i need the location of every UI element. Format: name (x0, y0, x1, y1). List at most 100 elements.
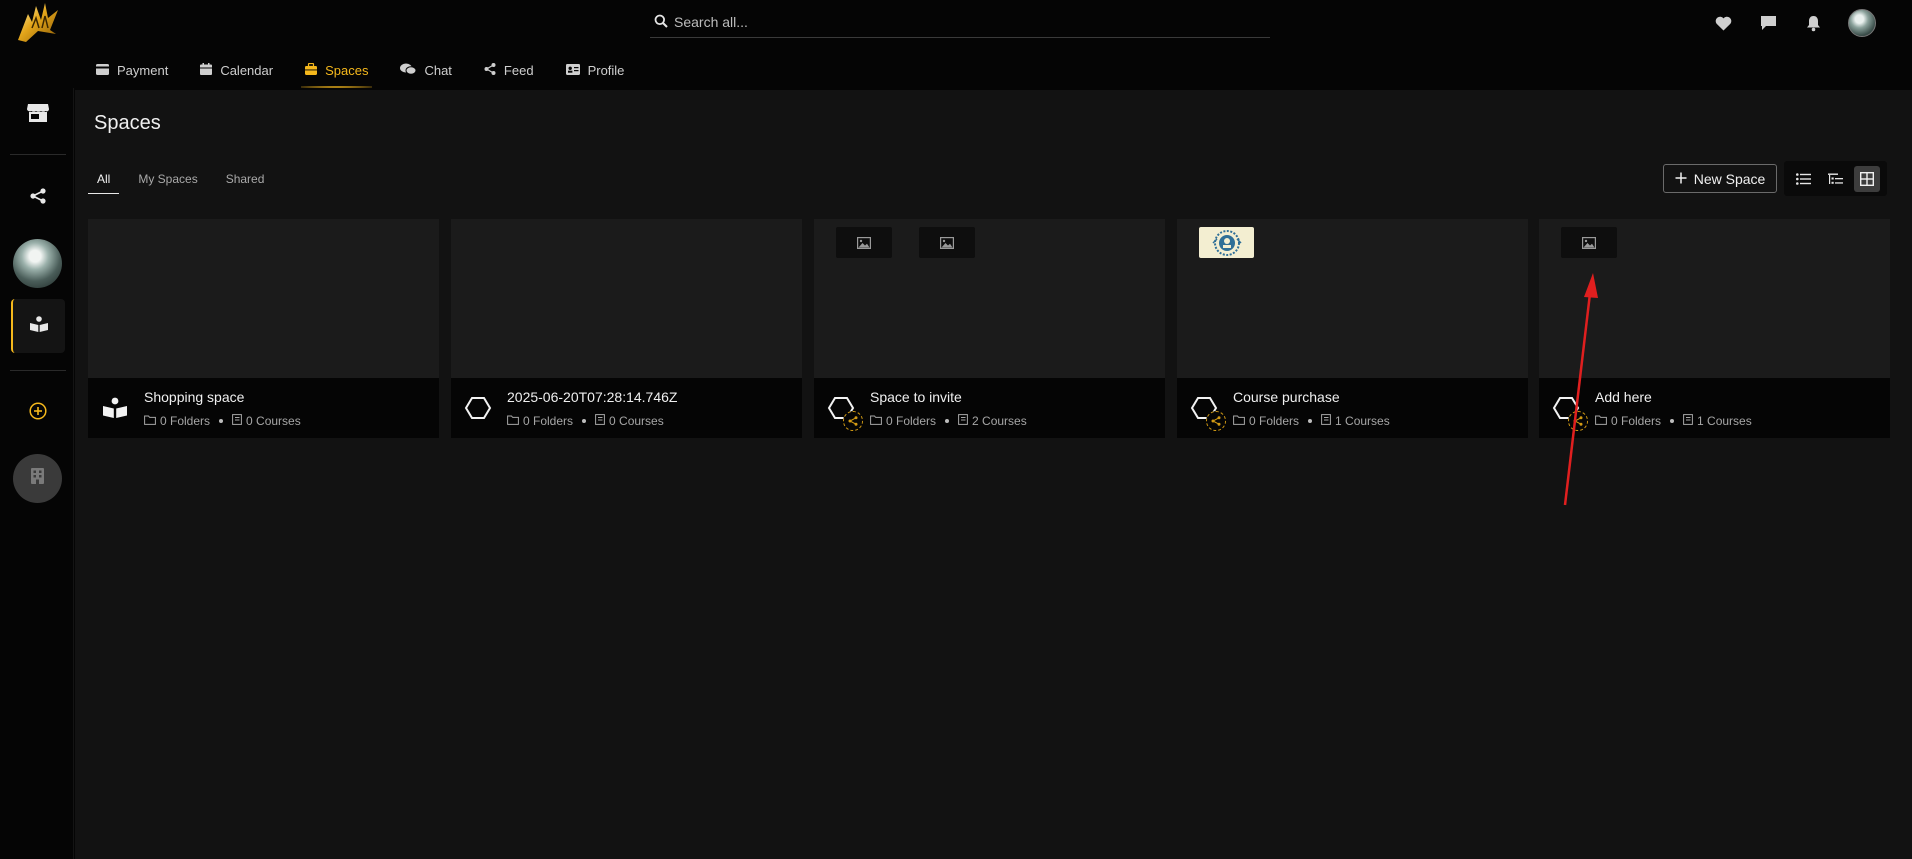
app-logo[interactable] (14, 0, 62, 44)
sidebar-divider (10, 154, 66, 155)
message-icon[interactable] (1758, 13, 1778, 33)
hexagon-icon (464, 394, 492, 422)
reading-person-icon (30, 315, 48, 337)
tab-feed[interactable]: Feed (468, 52, 550, 88)
calendar-icon (200, 62, 213, 78)
tab-chat[interactable]: Chat (384, 52, 467, 88)
meta-separator (1670, 419, 1675, 423)
space-name: Course purchase (1233, 389, 1340, 405)
space-name: Space to invite (870, 389, 962, 405)
course-logo-image (1199, 227, 1254, 258)
sidebar-avatar[interactable] (13, 239, 62, 288)
shared-badge-icon (843, 411, 863, 431)
space-info: Space to invite 0 Folders 2 Courses (814, 378, 1165, 438)
space-meta: 0 Folders 0 Courses (507, 414, 664, 428)
sidebar-item-learning[interactable] (11, 299, 65, 353)
list-view-icon[interactable] (1791, 166, 1817, 192)
subtab-all[interactable]: All (88, 168, 120, 194)
folder-icon (1233, 414, 1245, 428)
course-book-icon (958, 414, 968, 428)
spaces-grid: Shopping space 0 Folders 0 Courses 2025-… (88, 219, 1890, 439)
space-meta: 0 Folders 2 Courses (870, 414, 1027, 428)
new-space-button[interactable]: New Space (1663, 164, 1777, 193)
space-card[interactable]: 2025-06-20T07:28:14.746Z 0 Folders 0 Cou… (451, 219, 802, 438)
reading-person-icon (101, 394, 129, 422)
view-mode-toggle (1784, 161, 1887, 196)
tab-calendar[interactable]: Calendar (184, 52, 289, 88)
share-nodes-icon (484, 62, 496, 78)
search-input[interactable] (674, 9, 1254, 35)
space-card[interactable]: Space to invite 0 Folders 2 Courses (814, 219, 1165, 438)
chat-bubbles-icon (400, 63, 417, 78)
new-space-label: New Space (1693, 170, 1766, 187)
folder-icon (870, 414, 882, 428)
tab-label: Payment (117, 62, 169, 78)
subtab-shared[interactable]: Shared (217, 168, 274, 194)
subtab-my-spaces[interactable]: My Spaces (129, 168, 206, 194)
space-card[interactable]: Course purchase 0 Folders 1 Courses (1177, 219, 1528, 438)
add-circle-icon (29, 401, 47, 425)
course-book-icon (1321, 414, 1331, 428)
folder-count: 0 Folders (1611, 414, 1662, 428)
space-card[interactable]: Shopping space 0 Folders 0 Courses (88, 219, 439, 438)
space-meta: 0 Folders 1 Courses (1595, 414, 1752, 428)
image-placeholder-icon (836, 227, 892, 258)
sidebar-item-store[interactable] (11, 88, 65, 142)
tab-payment[interactable]: Payment (80, 52, 184, 88)
tree-view-icon[interactable] (1822, 166, 1848, 192)
folder-count: 0 Folders (886, 414, 937, 428)
folder-count: 0 Folders (160, 414, 211, 428)
space-info: 2025-06-20T07:28:14.746Z 0 Folders 0 Cou… (451, 378, 802, 438)
grid-view-icon[interactable] (1854, 165, 1881, 192)
space-name: Shopping space (144, 389, 245, 405)
sidebar-item-organization[interactable] (13, 454, 62, 503)
building-icon (31, 468, 44, 489)
store-icon (27, 103, 49, 127)
sidebar-divider (10, 370, 66, 371)
space-info: Add here 0 Folders 1 Courses (1539, 378, 1890, 438)
main-content: Spaces All My Spaces Shared New Space Sh… (75, 90, 1912, 859)
tab-label: Calendar (220, 62, 274, 78)
folder-count: 0 Folders (1249, 414, 1300, 428)
meta-separator (582, 419, 587, 423)
space-meta: 0 Folders 1 Courses (1233, 414, 1390, 428)
space-cover (88, 219, 439, 378)
space-card[interactable]: Add here 0 Folders 1 Courses (1539, 219, 1890, 438)
folder-icon (507, 414, 519, 428)
course-count: 2 Courses (972, 414, 1027, 428)
image-placeholder-icon (919, 227, 975, 258)
tab-profile[interactable]: Profile (550, 52, 641, 88)
course-count: 1 Courses (1335, 414, 1390, 428)
tab-spaces[interactable]: Spaces (289, 52, 384, 88)
course-count: 0 Courses (246, 414, 301, 428)
tab-label: Chat (424, 62, 452, 78)
briefcase-icon (305, 62, 318, 78)
meta-separator (219, 419, 224, 423)
space-meta: 0 Folders 0 Courses (144, 414, 301, 428)
space-filter-tabs: All My Spaces Shared (88, 168, 283, 194)
space-info: Course purchase 0 Folders 1 Courses (1177, 378, 1528, 438)
plus-icon (1675, 171, 1687, 187)
course-count: 1 Courses (1697, 414, 1752, 428)
left-sidebar (0, 88, 74, 859)
heart-icon[interactable] (1713, 13, 1733, 33)
sidebar-item-add[interactable] (11, 386, 65, 440)
sidebar-item-share[interactable] (11, 171, 65, 225)
shared-badge-icon (1206, 411, 1226, 431)
space-cover (451, 219, 802, 378)
space-name: Add here (1595, 389, 1652, 405)
tab-label: Feed (503, 62, 534, 78)
share-nodes-icon (30, 187, 46, 209)
folder-count: 0 Folders (523, 414, 574, 428)
meta-separator (1308, 419, 1313, 423)
id-card-icon (565, 63, 580, 78)
user-avatar[interactable] (1848, 9, 1876, 37)
bell-icon[interactable] (1803, 13, 1823, 33)
folder-icon (1595, 414, 1607, 428)
main-nav: Payment Calendar Spaces Chat Feed Profil… (80, 52, 640, 88)
course-book-icon (1683, 414, 1693, 428)
space-cover (1539, 219, 1890, 378)
space-cover (1177, 219, 1528, 378)
space-cover (814, 219, 1165, 378)
course-count: 0 Courses (609, 414, 664, 428)
